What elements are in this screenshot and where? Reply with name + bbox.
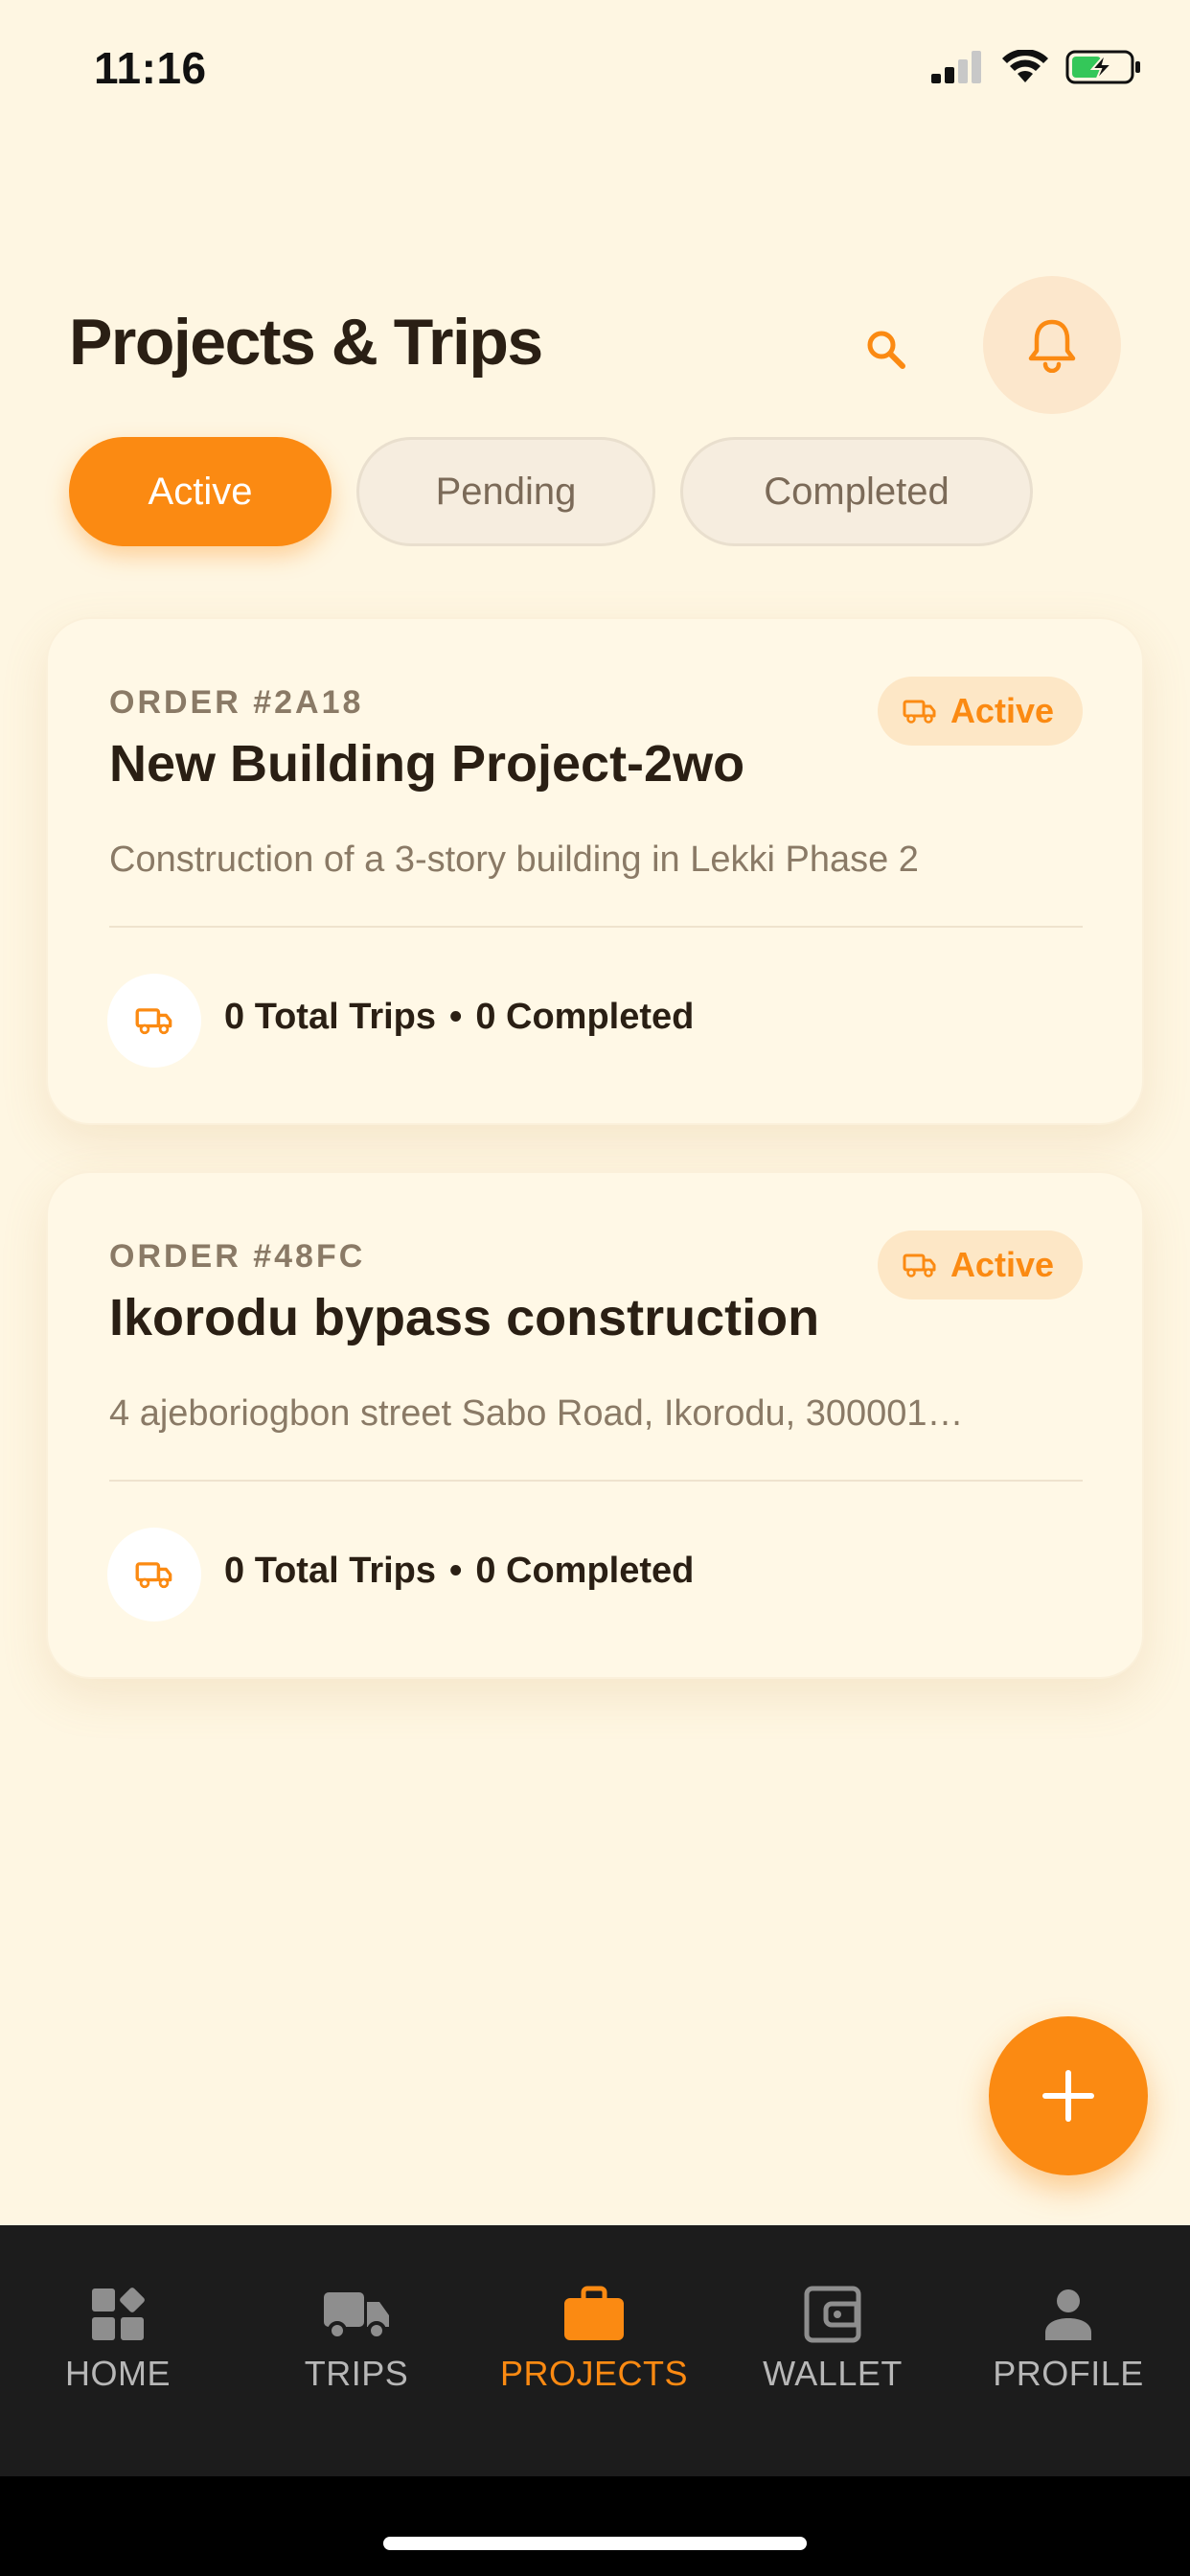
- person-icon: [1045, 2289, 1091, 2340]
- plus-icon: [1042, 2070, 1094, 2122]
- separator: •: [449, 1551, 463, 1591]
- status-bar: 11:16: [0, 0, 1190, 134]
- status-badge-label: Active: [950, 691, 1054, 730]
- status-badge: Active: [877, 1230, 1083, 1300]
- nav-trips[interactable]: TRIPS: [251, 2285, 462, 2394]
- order-id: ORDER #2A18: [109, 684, 364, 721]
- wallet-icon: [804, 2286, 861, 2343]
- truck-icon: [903, 1254, 936, 1277]
- total-trips: 0 Total Trips: [224, 997, 437, 1037]
- battery-charging-icon: [1065, 50, 1140, 84]
- notifications-button[interactable]: [983, 276, 1121, 414]
- home-indicator-area: [0, 2476, 1190, 2576]
- project-description: Construction of a 3-story building in Le…: [109, 840, 919, 880]
- nav-label: PROJECTS: [499, 2354, 689, 2393]
- nav-label: TRIPS: [304, 2354, 409, 2393]
- home-icon: [92, 2288, 145, 2340]
- nav-label: WALLET: [763, 2354, 903, 2393]
- search-button[interactable]: [843, 307, 929, 393]
- status-icons: [931, 50, 1142, 84]
- project-description: 4 ajeboriogbon street Sabo Road, Ikorodu…: [109, 1393, 964, 1434]
- divider: [109, 1480, 1083, 1482]
- nav-projects[interactable]: PROJECTS: [489, 2285, 699, 2394]
- nav-label: HOME: [65, 2354, 171, 2393]
- nav-wallet[interactable]: WALLET: [727, 2285, 938, 2394]
- order-id: ORDER #48FC: [109, 1238, 366, 1275]
- project-title: Ikorodu bypass construction: [109, 1289, 820, 1346]
- divider: [109, 926, 1083, 928]
- project-card[interactable]: ORDER #48FC Active Ikorodu bypass constr…: [46, 1171, 1144, 1679]
- signal-icon: [931, 51, 981, 83]
- briefcase-icon: [564, 2286, 624, 2340]
- completed-trips: 0 Completed: [475, 1551, 695, 1591]
- trip-stats: 0 Total Trips • 0 Completed: [224, 1551, 694, 1592]
- nav-profile[interactable]: PROFILE: [963, 2285, 1174, 2394]
- page-title: Projects & Trips: [69, 306, 543, 379]
- nav-label: PROFILE: [993, 2354, 1144, 2393]
- project-card[interactable]: ORDER #2A18 Active New Building Project-…: [46, 617, 1144, 1125]
- status-tabs: Active Pending Completed: [69, 437, 1033, 546]
- nav-home[interactable]: HOME: [12, 2285, 223, 2394]
- truck-icon: [903, 700, 936, 724]
- home-indicator[interactable]: [383, 2537, 807, 2550]
- truck-icon: [135, 1008, 172, 1035]
- separator: •: [449, 997, 463, 1037]
- project-title: New Building Project-2wo: [109, 735, 745, 793]
- trip-stats: 0 Total Trips • 0 Completed: [224, 997, 694, 1038]
- truck-icon: [324, 2292, 389, 2340]
- bell-icon: [1028, 319, 1076, 373]
- truck-icon: [135, 1562, 172, 1589]
- tab-active[interactable]: Active: [69, 437, 332, 546]
- status-badge-label: Active: [950, 1245, 1054, 1284]
- search-icon: [867, 331, 905, 369]
- status-time: 11:16: [94, 43, 207, 93]
- completed-trips: 0 Completed: [475, 997, 695, 1037]
- add-project-button[interactable]: [989, 2016, 1148, 2175]
- wifi-icon: [1002, 50, 1048, 82]
- trips-icon-circle: [107, 1528, 201, 1622]
- tab-pending[interactable]: Pending: [356, 437, 655, 546]
- bottom-nav: HOME TRIPS PROJECTS WALLET PROFILE: [0, 2225, 1190, 2476]
- trips-icon-circle: [107, 974, 201, 1068]
- total-trips: 0 Total Trips: [224, 1551, 437, 1591]
- status-badge: Active: [877, 677, 1083, 746]
- tab-completed[interactable]: Completed: [680, 437, 1033, 546]
